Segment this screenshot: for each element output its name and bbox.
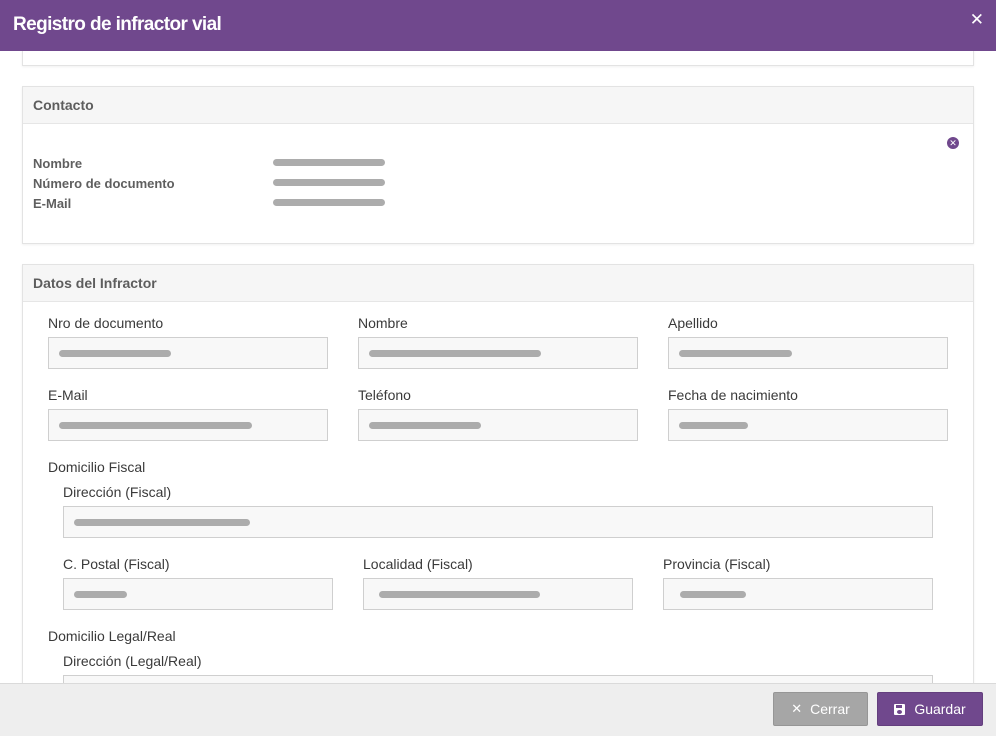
contacto-nombre-value bbox=[273, 159, 385, 166]
cpostal-fiscal-value bbox=[74, 591, 127, 598]
telefono-input[interactable] bbox=[358, 409, 638, 441]
telefono-label: Teléfono bbox=[358, 387, 411, 403]
contacto-nombre-label: Nombre bbox=[33, 156, 83, 171]
datos-infractor-panel: Datos del Infractor Nro de documento Nom… bbox=[22, 264, 974, 683]
telefono-value bbox=[369, 422, 481, 429]
direccion-legal-input[interactable] bbox=[63, 675, 933, 683]
apellido-value bbox=[679, 350, 792, 357]
modal-body[interactable]: Contacto ✕ Nombre Número de documento E-… bbox=[0, 51, 996, 683]
fecha-nacimiento-label: Fecha de nacimiento bbox=[668, 387, 798, 403]
direccion-fiscal-label: Dirección (Fiscal) bbox=[63, 484, 172, 500]
provincia-fiscal-input[interactable] bbox=[663, 578, 933, 610]
nombre-input[interactable] bbox=[358, 337, 638, 369]
remove-contact-icon[interactable]: ✕ bbox=[947, 137, 959, 149]
direccion-fiscal-value bbox=[74, 519, 250, 526]
cerrar-label: Cerrar bbox=[810, 701, 850, 717]
domicilio-legal-heading: Domicilio Legal/Real bbox=[48, 628, 176, 644]
cpostal-fiscal-input[interactable] bbox=[63, 578, 333, 610]
email-value bbox=[59, 422, 252, 429]
direccion-fiscal-input[interactable] bbox=[63, 506, 933, 538]
save-icon bbox=[894, 703, 906, 715]
provincia-fiscal-value bbox=[680, 591, 746, 598]
nro-documento-label: Nro de documento bbox=[48, 315, 164, 331]
domicilio-fiscal-heading: Domicilio Fiscal bbox=[48, 459, 146, 475]
modal-title: Registro de infractor vial bbox=[13, 14, 222, 35]
provincia-fiscal-label: Provincia (Fiscal) bbox=[663, 556, 771, 572]
cpostal-fiscal-label: C. Postal (Fiscal) bbox=[63, 556, 170, 572]
contacto-email-label: E-Mail bbox=[33, 196, 72, 211]
nombre-label: Nombre bbox=[358, 315, 408, 331]
previous-panel-bottom bbox=[22, 51, 974, 66]
guardar-label: Guardar bbox=[914, 701, 966, 717]
datos-infractor-heading: Datos del Infractor bbox=[23, 265, 973, 302]
nombre-value bbox=[369, 350, 541, 357]
fecha-nacimiento-input[interactable] bbox=[668, 409, 948, 441]
email-label: E-Mail bbox=[48, 387, 88, 403]
apellido-label: Apellido bbox=[668, 315, 718, 331]
contacto-documento-value bbox=[273, 179, 385, 186]
cerrar-button[interactable]: ✕ Cerrar bbox=[773, 692, 868, 726]
guardar-button[interactable]: Guardar bbox=[877, 692, 983, 726]
contacto-email-value bbox=[273, 199, 385, 206]
localidad-fiscal-value bbox=[379, 591, 540, 598]
direccion-legal-label: Dirección (Legal/Real) bbox=[63, 653, 202, 669]
apellido-input[interactable] bbox=[668, 337, 948, 369]
modal-footer: ✕ Cerrar Guardar bbox=[0, 683, 996, 736]
contacto-heading: Contacto bbox=[23, 87, 973, 124]
fecha-nacimiento-value bbox=[679, 422, 748, 429]
localidad-fiscal-label: Localidad (Fiscal) bbox=[363, 556, 473, 572]
email-input[interactable] bbox=[48, 409, 328, 441]
localidad-fiscal-input[interactable] bbox=[363, 578, 633, 610]
close-icon[interactable]: ✕ bbox=[970, 11, 984, 29]
contacto-documento-label: Número de documento bbox=[33, 176, 175, 191]
nro-documento-value bbox=[59, 350, 171, 357]
modal-header: Registro de infractor vial ✕ bbox=[0, 0, 996, 51]
contacto-panel: Contacto ✕ Nombre Número de documento E-… bbox=[22, 86, 974, 244]
close-icon: ✕ bbox=[791, 701, 803, 716]
nro-documento-input[interactable] bbox=[48, 337, 328, 369]
